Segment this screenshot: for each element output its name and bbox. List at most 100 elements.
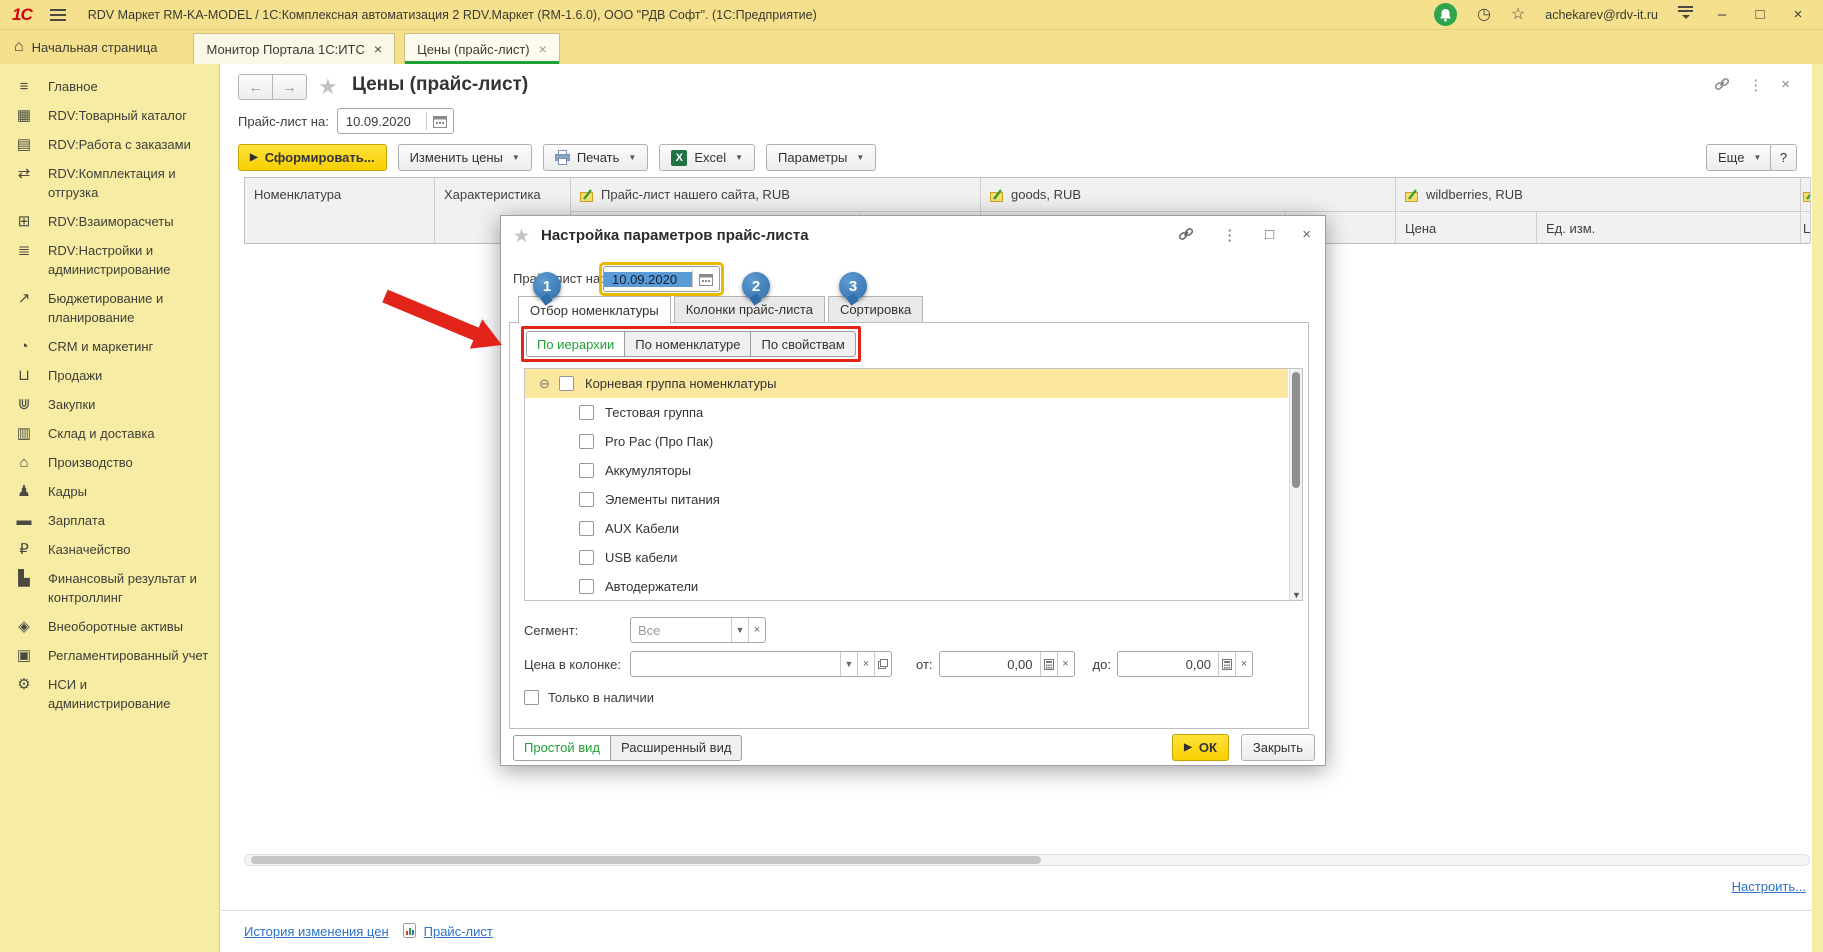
- print-button[interactable]: Печать▼: [543, 144, 649, 171]
- tab-close-icon[interactable]: ×: [539, 41, 547, 57]
- simple-view-button[interactable]: Простой вид: [513, 735, 611, 761]
- tab-home[interactable]: ⌂ Начальная страница: [0, 30, 179, 64]
- tree-item-checkbox[interactable]: [579, 492, 594, 507]
- pricelist-report-link[interactable]: Прайс-лист: [424, 924, 493, 939]
- notifications-bell-icon[interactable]: [1434, 3, 1457, 26]
- tree-item-checkbox[interactable]: [579, 579, 594, 594]
- sidebar-item[interactable]: ₽Казначейство: [0, 535, 219, 564]
- maximize-dialog-icon[interactable]: □: [1265, 226, 1274, 246]
- tab-close-icon[interactable]: ×: [374, 41, 382, 57]
- close-button[interactable]: ×: [1789, 6, 1807, 23]
- more-actions-icon[interactable]: ⋮: [1748, 76, 1763, 96]
- get-link-icon[interactable]: [1178, 226, 1194, 246]
- sidebar-item[interactable]: ≡Главное: [0, 72, 219, 101]
- history-icon[interactable]: ◷: [1477, 7, 1491, 23]
- segment-combobox[interactable]: Все ▼ ×: [630, 617, 766, 643]
- sidebar-item[interactable]: ▦RDV:Товарный каталог: [0, 101, 219, 130]
- vertical-scrollbar[interactable]: ▼: [1289, 369, 1302, 600]
- maximize-button[interactable]: □: [1751, 6, 1769, 23]
- clear-icon[interactable]: ×: [1235, 652, 1252, 676]
- dropdown-icon[interactable]: ▼: [731, 618, 748, 642]
- price-from-value[interactable]: 0,00: [940, 652, 1040, 676]
- dialog-tab-3[interactable]: Сортировка: [828, 296, 923, 323]
- tree-item-row[interactable]: Автодержатели: [525, 572, 1302, 601]
- sidebar-item[interactable]: ⚙НСИ и администрирование: [0, 670, 219, 718]
- price-column-combobox[interactable]: ▼ ×: [630, 651, 892, 677]
- tree-item-checkbox[interactable]: [579, 463, 594, 478]
- column-price-wildberries[interactable]: wildberries, RUB: [1396, 178, 1801, 212]
- column-nomenclature[interactable]: Номенклатура: [245, 178, 435, 243]
- tools-menu-icon[interactable]: [1678, 6, 1693, 23]
- minimize-button[interactable]: –: [1713, 6, 1731, 23]
- segment-placeholder[interactable]: Все: [631, 618, 731, 642]
- parameters-button[interactable]: Параметры▼: [766, 144, 876, 171]
- price-from-field[interactable]: 0,00 ×: [939, 651, 1075, 677]
- clear-icon[interactable]: ×: [1057, 652, 1074, 676]
- tab-portal-monitor[interactable]: Монитор Портала 1С:ИТС ×: [193, 33, 395, 64]
- close-form-icon[interactable]: ×: [1781, 76, 1790, 96]
- price-history-link[interactable]: История изменения цен: [244, 924, 389, 939]
- only-in-stock-checkbox[interactable]: [524, 690, 539, 705]
- tree-item-row[interactable]: Pro Pac (Про Пак): [525, 427, 1302, 456]
- price-column-value[interactable]: [631, 652, 840, 676]
- sidebar-item[interactable]: ▤RDV:Работа с заказами: [0, 130, 219, 159]
- tree-item-row[interactable]: AUX Кабели: [525, 514, 1302, 543]
- date-input[interactable]: 10.09.2020: [337, 108, 454, 134]
- back-button[interactable]: ←: [238, 74, 273, 100]
- configure-link[interactable]: Настроить...: [1732, 879, 1806, 894]
- sidebar-item[interactable]: ▬Зарплата: [0, 506, 219, 535]
- filter-mode-1[interactable]: По иерархии: [526, 331, 625, 357]
- scrollbar-thumb[interactable]: [1292, 372, 1300, 488]
- user-account[interactable]: achekarev@rdv-it.ru: [1545, 8, 1658, 22]
- close-dialog-icon[interactable]: ×: [1302, 226, 1311, 246]
- sidebar-item[interactable]: ≣RDV:Настройки и администрирование: [0, 236, 219, 284]
- subcolumn-unit[interactable]: Ед. изм.: [1537, 212, 1801, 243]
- dropdown-icon[interactable]: ▼: [840, 652, 857, 676]
- collapse-icon[interactable]: ⊖: [539, 377, 550, 390]
- generate-button[interactable]: ▶ Сформировать...: [238, 144, 387, 171]
- open-icon[interactable]: [874, 652, 891, 676]
- horizontal-scrollbar[interactable]: [244, 854, 1810, 866]
- sidebar-item[interactable]: ↗Бюджетирование и планирование: [0, 284, 219, 332]
- column-price-goods[interactable]: goods, RUB: [981, 178, 1396, 212]
- tree-item-checkbox[interactable]: [579, 405, 594, 420]
- change-prices-button[interactable]: Изменить цены▼: [398, 144, 532, 171]
- filter-mode-2[interactable]: По номенклатуре: [624, 331, 751, 357]
- subcolumn-price[interactable]: Цена: [1396, 212, 1537, 243]
- tree-item-checkbox[interactable]: [579, 521, 594, 536]
- price-to-value[interactable]: 0,00: [1118, 652, 1218, 676]
- sidebar-item[interactable]: ⊔Продажи: [0, 361, 219, 390]
- more-button[interactable]: Еще▼: [1706, 144, 1773, 171]
- column-price-site[interactable]: Прайс-лист нашего сайта, RUB: [571, 178, 981, 212]
- close-button[interactable]: Закрыть: [1241, 734, 1315, 761]
- favorite-star-icon[interactable]: ★: [513, 225, 530, 248]
- tree-item-checkbox[interactable]: [579, 550, 594, 565]
- sidebar-item[interactable]: ♟Кадры: [0, 477, 219, 506]
- tree-item-row[interactable]: USB кабели: [525, 543, 1302, 572]
- clear-icon[interactable]: ×: [857, 652, 874, 676]
- tree-item-checkbox[interactable]: [579, 434, 594, 449]
- date-input[interactable]: 10.09.2020: [603, 266, 720, 292]
- nomenclature-tree[interactable]: ⊖Корневая группа номенклатурыТестовая гр…: [524, 368, 1303, 601]
- ok-button[interactable]: ▶ ОК: [1172, 734, 1229, 761]
- sidebar-item[interactable]: ◔CRM и маркетинг: [0, 332, 219, 361]
- sidebar-item[interactable]: ⇄RDV:Комплектация и отгрузка: [0, 159, 219, 207]
- sidebar-item[interactable]: ⊞RDV:Взаиморасчеты: [0, 207, 219, 236]
- date-value[interactable]: 10.09.2020: [338, 114, 426, 129]
- tree-root-row[interactable]: ⊖Корневая группа номенклатуры: [525, 369, 1288, 398]
- sidebar-item[interactable]: ▙Финансовый результат и контроллинг: [0, 564, 219, 612]
- sidebar-item[interactable]: ⌂Производство: [0, 448, 219, 477]
- tree-item-checkbox[interactable]: [559, 376, 574, 391]
- dialog-header[interactable]: ★ Настройка параметров прайс-листа ⋮ □ ×: [501, 216, 1325, 256]
- favorites-star-icon[interactable]: ☆: [1511, 7, 1525, 23]
- calculator-icon[interactable]: [1218, 652, 1235, 676]
- extended-view-button[interactable]: Расширенный вид: [610, 735, 742, 761]
- calculator-icon[interactable]: [1040, 652, 1057, 676]
- calendar-icon[interactable]: [693, 267, 719, 291]
- clear-icon[interactable]: ×: [748, 618, 765, 642]
- help-button[interactable]: ?: [1770, 144, 1797, 171]
- sidebar-item[interactable]: ▣Регламентированный учет: [0, 641, 219, 670]
- tab-prices[interactable]: Цены (прайс-лист) ×: [404, 33, 560, 64]
- sidebar-item[interactable]: ⋓Закупки: [0, 390, 219, 419]
- tree-item-row[interactable]: Аккумуляторы: [525, 456, 1302, 485]
